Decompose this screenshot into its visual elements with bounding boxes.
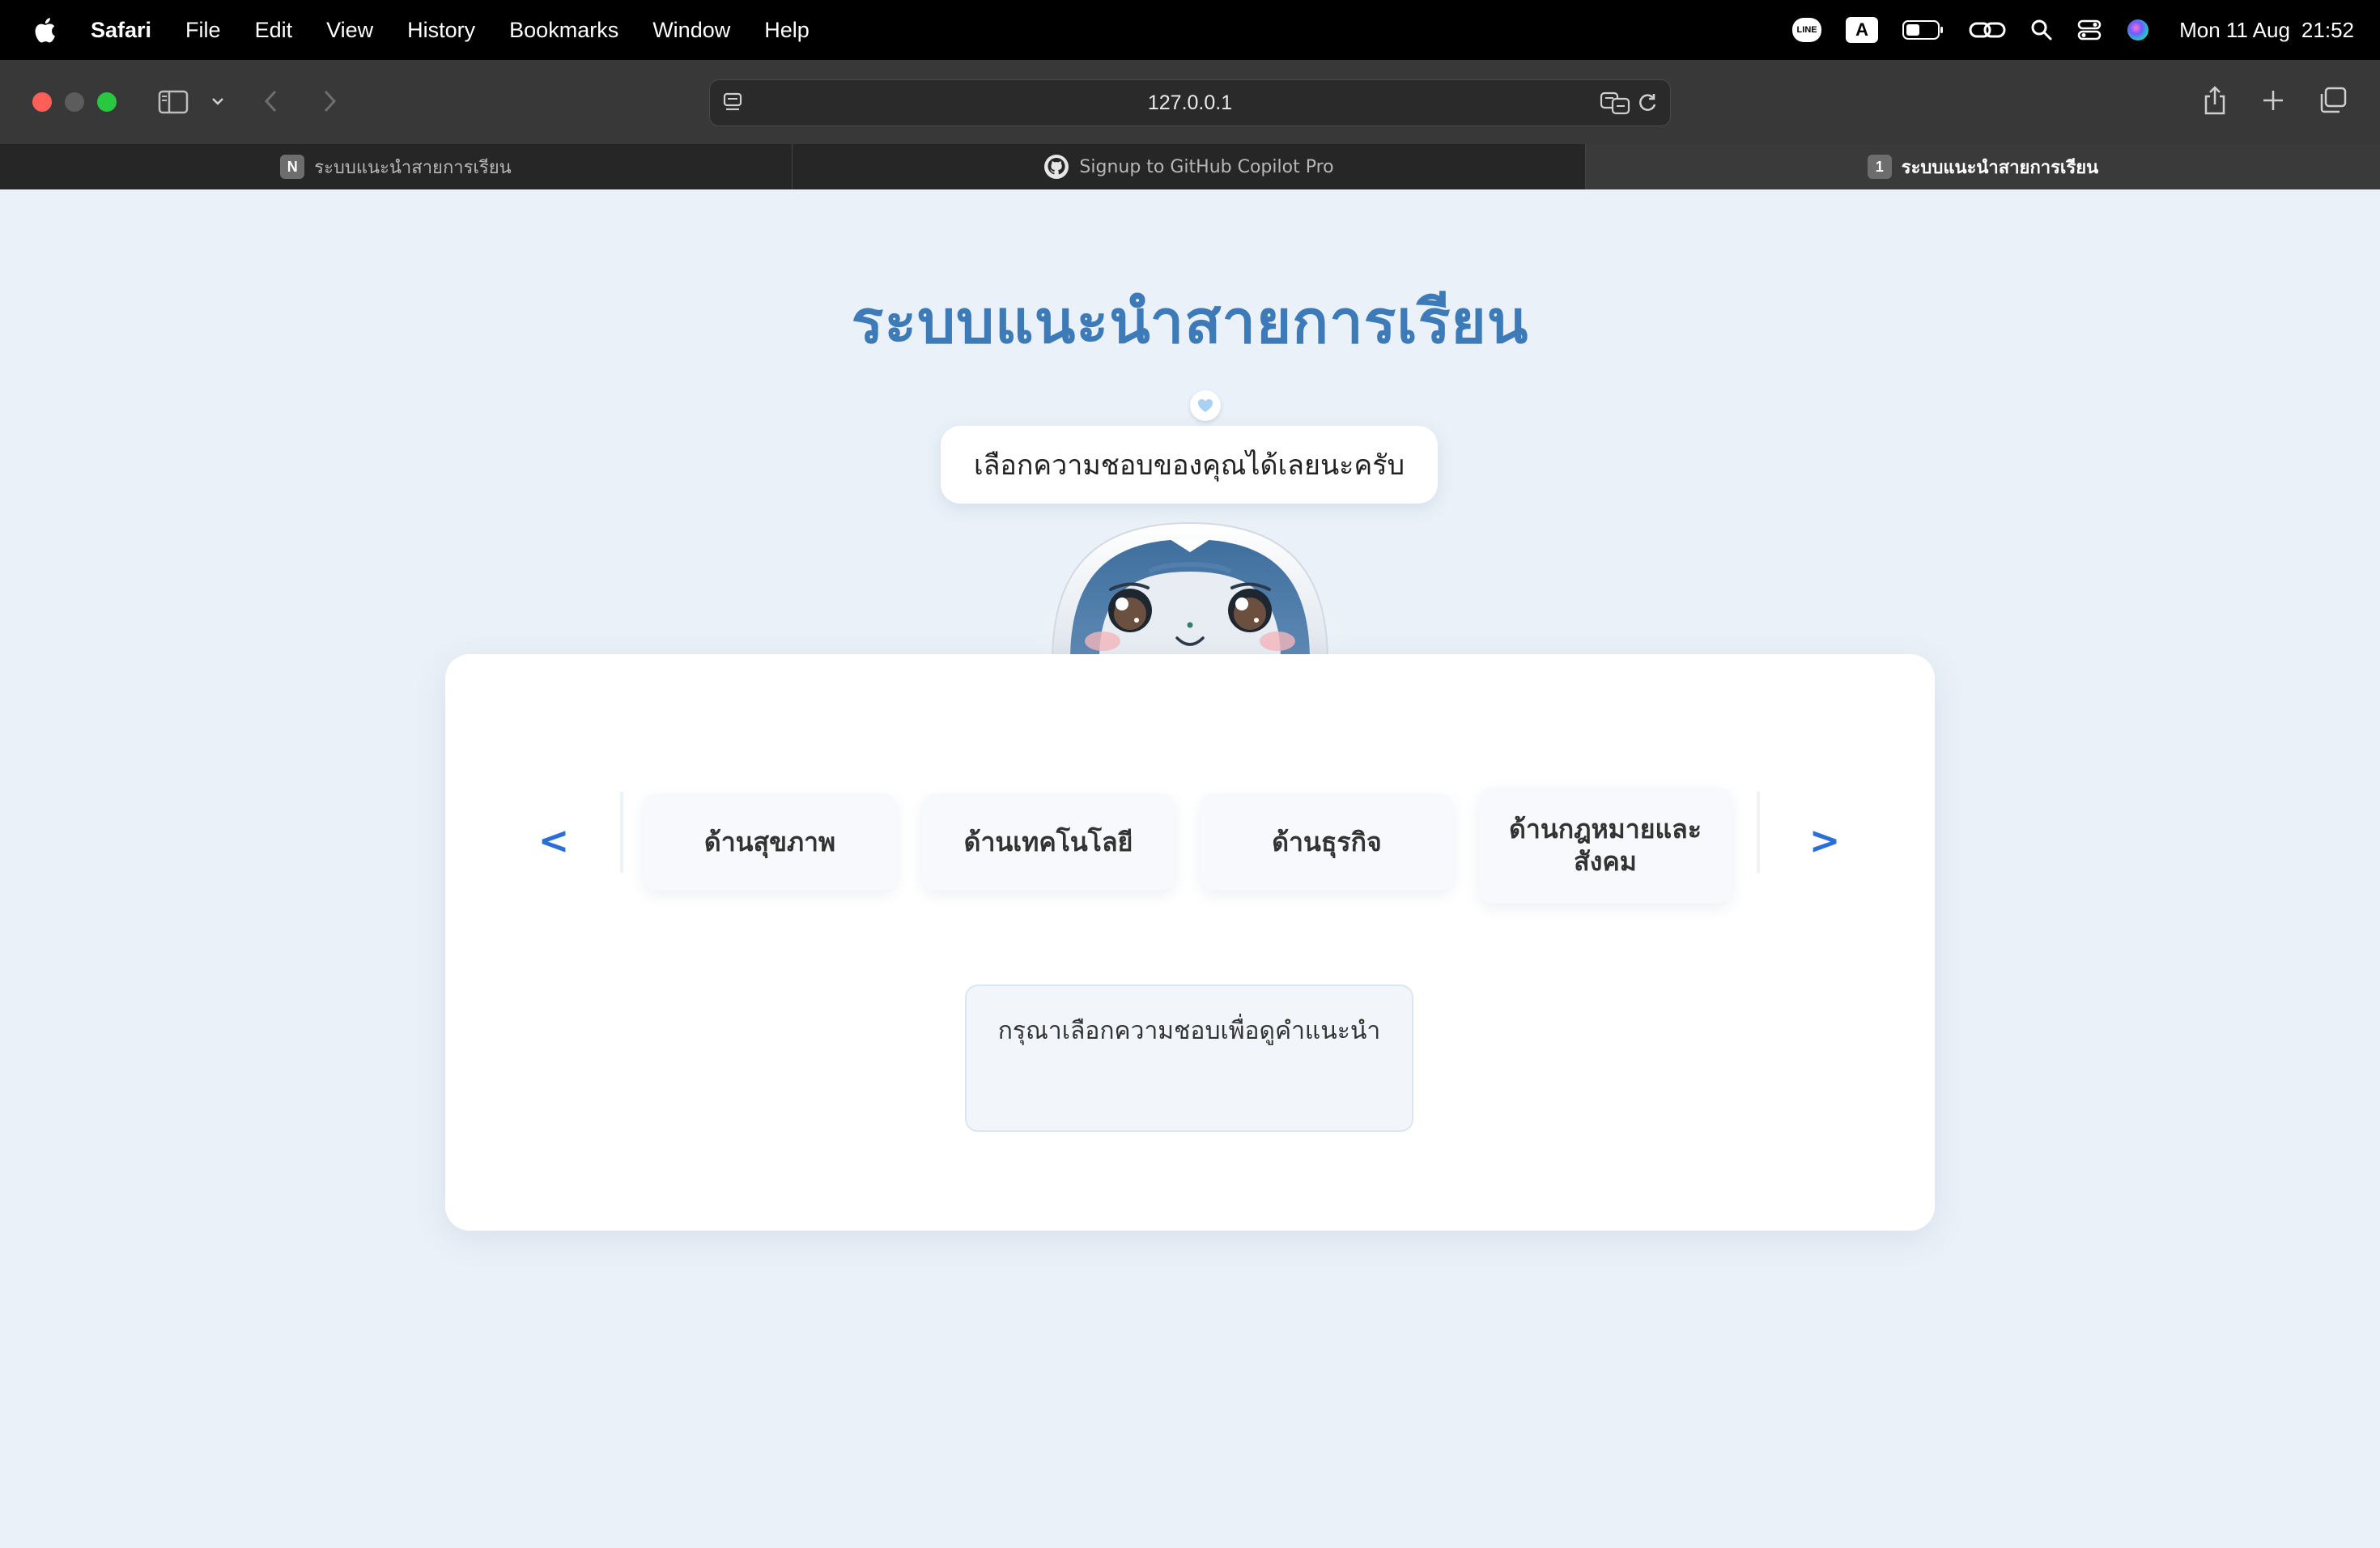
back-arrow-icon[interactable] xyxy=(259,87,283,115)
translate-icon[interactable] xyxy=(1599,90,1631,116)
tab-title: Signup to GitHub Copilot Pro xyxy=(1079,156,1334,177)
option-business[interactable]: ด้านธุรกิจ xyxy=(1200,793,1454,891)
carousel-edge-left xyxy=(620,792,623,873)
heart-icon xyxy=(1190,390,1221,421)
minimize-window-button[interactable] xyxy=(65,92,84,112)
siri-icon[interactable] xyxy=(2126,18,2150,42)
reload-icon[interactable] xyxy=(1634,90,1660,116)
carousel-prev-button[interactable]: < xyxy=(529,816,578,865)
menu-help[interactable]: Help xyxy=(764,18,810,43)
menu-window[interactable]: Window xyxy=(652,18,730,43)
menu-bar: Safari File Edit View History Bookmarks … xyxy=(0,0,2380,60)
robot-mascot xyxy=(1028,499,1352,659)
forward-arrow-icon[interactable] xyxy=(317,87,342,115)
tab-favicon: N xyxy=(280,155,305,179)
maximize-window-button[interactable] xyxy=(97,92,117,112)
speech-bubble: เลือกความชอบของคุณได้เลยนะครับ xyxy=(941,426,1438,504)
share-icon[interactable] xyxy=(2199,83,2231,118)
github-icon xyxy=(1044,155,1069,179)
new-tab-icon[interactable] xyxy=(2257,84,2289,117)
preference-card: < ด้านสุขภาพ ด้านเทคโนโลยี ด้านธุรกิจ ด้… xyxy=(445,654,1935,1231)
menu-app-safari[interactable]: Safari xyxy=(91,18,151,43)
battery-icon[interactable] xyxy=(1902,19,1944,40)
recommendation-box: กรุณาเลือกความชอบเพื่อดูคำแนะนำ xyxy=(965,985,1413,1132)
menu-history[interactable]: History xyxy=(407,18,475,43)
input-source-icon[interactable]: A xyxy=(1846,17,1879,43)
tab-bar: N ระบบแนะนำสายการเรียน Signup to GitHub … xyxy=(0,144,2380,189)
option-technology[interactable]: ด้านเทคโนโลยี xyxy=(921,793,1175,891)
clock-date: Mon 11 Aug xyxy=(2179,17,2290,42)
carousel-next-button[interactable]: > xyxy=(1800,816,1849,865)
tab-3-active[interactable]: 1 ระบบแนะนำสายการเรียน xyxy=(1586,144,2380,189)
tab-1[interactable]: N ระบบแนะนำสายการเรียน xyxy=(0,144,793,189)
page-content: ระบบแนะนำสายการเรียน เลือกความชอบของคุณไ… xyxy=(0,189,2380,1548)
address-bar[interactable]: 127.0.0.1 xyxy=(709,79,1671,126)
option-law-society[interactable]: ด้านกฎหมายและสังคม xyxy=(1478,787,1732,904)
menu-file[interactable]: File xyxy=(185,18,221,43)
menu-clock[interactable]: Mon 11 Aug 21:52 xyxy=(2179,18,2354,43)
menu-bookmarks[interactable]: Bookmarks xyxy=(509,18,618,43)
menu-edit[interactable]: Edit xyxy=(255,18,293,43)
sidebar-toggle-icon[interactable] xyxy=(157,86,189,118)
status-area: LINE A Mon 11 Aug 21:52 xyxy=(1768,0,2354,60)
browser-toolbar: 127.0.0.1 xyxy=(0,60,2380,144)
clock-time: 21:52 xyxy=(2301,17,2354,42)
tab-2[interactable]: Signup to GitHub Copilot Pro xyxy=(793,144,1586,189)
link-icon[interactable] xyxy=(1969,19,2006,41)
tab-title: ระบบแนะนำสายการเรียน xyxy=(1901,157,2099,178)
carousel-edge-right xyxy=(1757,792,1760,873)
line-badge: LINE xyxy=(1792,18,1822,42)
page-title: ระบบแนะนำสายการเรียน xyxy=(851,287,1529,357)
apple-icon[interactable] xyxy=(32,16,57,44)
url-text: 127.0.0.1 xyxy=(1147,91,1233,114)
input-source-badge: A xyxy=(1846,17,1879,43)
search-icon[interactable] xyxy=(2030,19,2053,41)
chevron-down-icon[interactable] xyxy=(207,91,228,112)
recommendation-hint: กรุณาเลือกความชอบเพื่อดูคำแนะนำ xyxy=(997,1017,1381,1045)
line-icon[interactable]: LINE xyxy=(1792,18,1822,42)
close-window-button[interactable] xyxy=(32,92,52,112)
option-health[interactable]: ด้านสุขภาพ xyxy=(643,793,897,891)
tab-favicon: 1 xyxy=(1867,155,1892,179)
tab-overview-icon[interactable] xyxy=(2317,84,2349,117)
tab-title: ระบบแนะนำสายการเรียน xyxy=(314,157,512,178)
menu-view[interactable]: View xyxy=(326,18,373,43)
control-center-icon[interactable] xyxy=(2077,19,2102,41)
